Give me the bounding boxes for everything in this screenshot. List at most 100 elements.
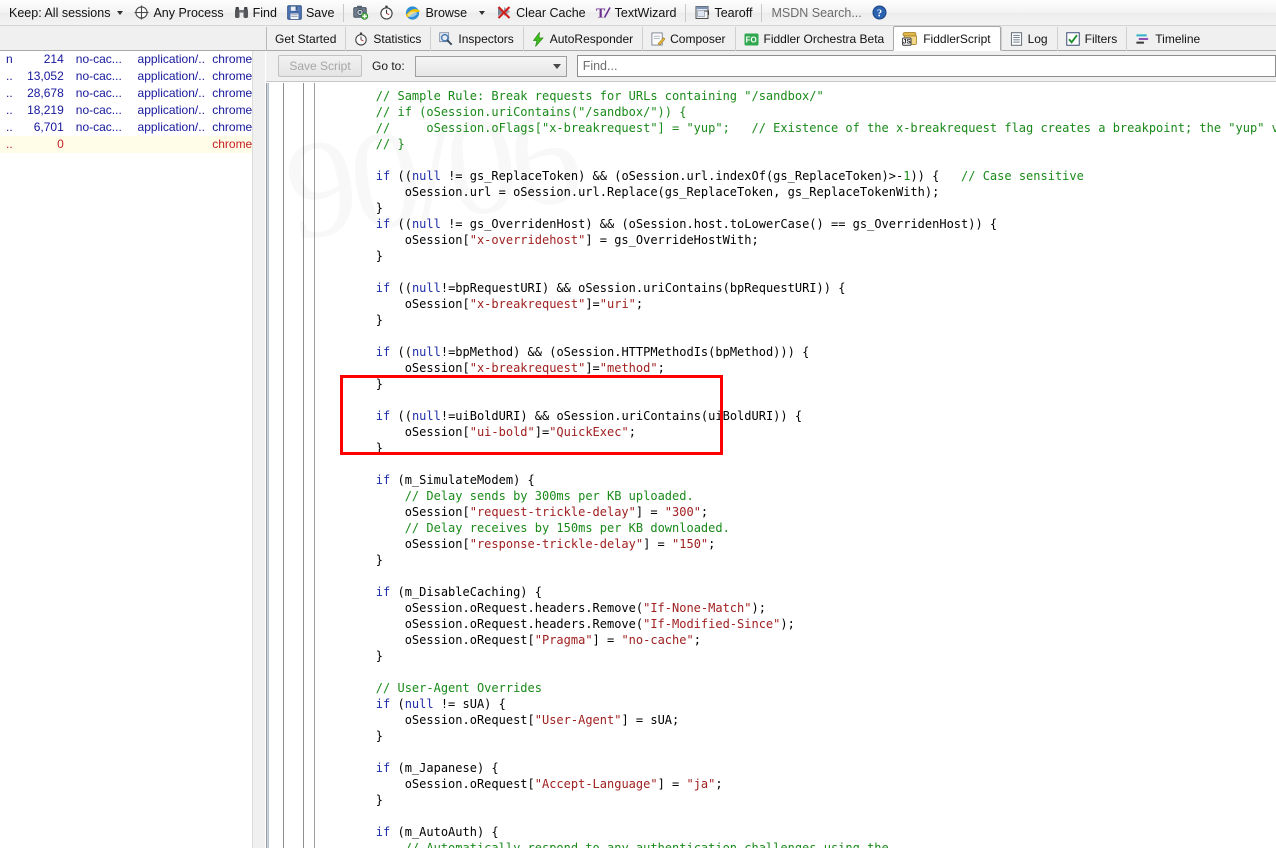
toolbar-any-process[interactable]: Any Process bbox=[129, 2, 228, 24]
code-line: oSession.url = oSession.url.Replace(gs_R… bbox=[318, 185, 940, 199]
textwizard-icon: T bbox=[596, 5, 611, 20]
code-line: oSession.oRequest["Accept-Language"] = "… bbox=[318, 777, 723, 791]
session-cell-caching: no-cac... bbox=[75, 103, 122, 117]
tab-timeline[interactable]: Timeline bbox=[1126, 27, 1209, 51]
save-script-button[interactable]: Save Script bbox=[278, 55, 362, 77]
tab-inspectors[interactable]: Inspectors bbox=[430, 27, 522, 51]
code-line: if ((null != gs_OverridenHost) && (oSess… bbox=[375, 217, 998, 231]
session-cell-body: 6,701 bbox=[33, 120, 64, 134]
editor-gutter-line-5 bbox=[303, 83, 304, 848]
session-list-scrollbar[interactable] bbox=[252, 51, 265, 848]
camera-icon bbox=[353, 5, 369, 20]
toolbar-textwizard[interactable]: T TextWizard bbox=[591, 2, 682, 24]
table-row[interactable]: ... 0 chrome.. bbox=[0, 136, 264, 153]
table-row[interactable]: ... 13,052 no-cac... application/... chr… bbox=[0, 68, 264, 85]
code-line: // Automatically respond to any authenti… bbox=[404, 841, 889, 848]
table-row[interactable]: n 214 no-cac... application/... chrome.. bbox=[0, 51, 264, 68]
session-list[interactable]: n 214 no-cac... application/... chrome..… bbox=[0, 51, 265, 848]
help-icon: ? bbox=[872, 5, 887, 20]
toolbar-keep-sessions[interactable]: Keep: All sessions bbox=[4, 2, 129, 24]
toolbar-clear-cache-label: Clear Cache bbox=[516, 5, 586, 20]
tab-fiddler-orchestra[interactable]: FO Fiddler Orchestra Beta bbox=[734, 27, 894, 51]
toolbar-timer[interactable] bbox=[374, 2, 399, 24]
code-line: oSession.oRequest["Pragma"] = "no-cache"… bbox=[318, 633, 701, 647]
code-line: oSession["request-trickle-delay"] = "300… bbox=[318, 505, 709, 519]
session-cell-content-type: application/... bbox=[137, 52, 207, 66]
code-editor[interactable]: 90/06 // Sample Rule: Break requests for… bbox=[266, 83, 1276, 848]
code-line: } bbox=[318, 201, 384, 215]
session-cell-body: 28,678 bbox=[27, 86, 64, 100]
svg-text:JS: JS bbox=[903, 39, 912, 46]
svg-text:FO: FO bbox=[745, 35, 756, 44]
script-toolbar: Save Script Go to: Find... bbox=[266, 51, 1276, 82]
tab-composer[interactable]: Composer bbox=[642, 27, 734, 51]
session-cell-icon: ... bbox=[6, 120, 12, 134]
session-cell-content-type: application/... bbox=[137, 103, 207, 117]
code-line: if (null != sUA) { bbox=[375, 697, 506, 711]
table-row[interactable]: ... 6,701 no-cac... application/... chro… bbox=[0, 119, 264, 136]
code-line: oSession["x-breakrequest"]="uri"; bbox=[318, 297, 644, 311]
code-line: oSession["x-overridehost"] = gs_Override… bbox=[318, 233, 759, 247]
session-cell-caching bbox=[70, 136, 132, 153]
code-line: // oSession.oFlags["x-breakrequest"] = "… bbox=[318, 121, 1276, 135]
tab-log[interactable]: Log bbox=[1000, 27, 1057, 51]
ie-browser-icon bbox=[404, 5, 421, 21]
code-content[interactable]: // Sample Rule: Break requests for URLs … bbox=[318, 88, 1276, 848]
code-line: // Delay sends by 300ms per KB uploaded. bbox=[404, 489, 694, 503]
tab-fiddlerscript-label: FiddlerScript bbox=[923, 31, 991, 46]
tab-get-started[interactable]: Get Started bbox=[266, 27, 345, 51]
editor-gutter-line-4 bbox=[283, 83, 284, 848]
toolbar-msdn-search[interactable]: MSDN Search... bbox=[766, 2, 866, 24]
main-toolbar: Keep: All sessions Any Process Find Save bbox=[0, 0, 1276, 26]
toolbar-separator-2 bbox=[685, 3, 687, 22]
code-line: if ((null != gs_ReplaceToken) && (oSessi… bbox=[375, 169, 1084, 183]
session-cell-body: 0 bbox=[57, 137, 64, 151]
svg-text:T: T bbox=[596, 7, 606, 21]
code-line: oSession.oRequest["User-Agent"] = sUA; bbox=[318, 713, 680, 727]
code-line: if ((null!=bpMethod) && (oSession.HTTPMe… bbox=[375, 345, 810, 359]
code-line: } bbox=[318, 377, 384, 391]
toolbar-save[interactable]: Save bbox=[282, 2, 340, 24]
toolbar-msdn-search-label: MSDN Search... bbox=[771, 5, 862, 20]
goto-select[interactable] bbox=[414, 55, 567, 77]
toolbar-tearoff-label: Tearoff bbox=[714, 5, 753, 20]
toolbar-clear-cache[interactable]: Clear Cache bbox=[491, 2, 590, 24]
session-cell-content-type: application/... bbox=[137, 69, 207, 83]
browse-chevron-down-icon[interactable] bbox=[479, 10, 486, 15]
toolbar-browse[interactable]: Browse bbox=[399, 2, 491, 24]
tab-fiddlerscript[interactable]: JS FiddlerScript bbox=[893, 26, 1001, 51]
timeline-icon bbox=[1135, 32, 1150, 46]
js-scroll-icon: JS bbox=[902, 31, 918, 46]
toolbar-separator-3 bbox=[761, 3, 763, 22]
toolbar-help[interactable]: ? bbox=[867, 2, 892, 24]
toolbar-find[interactable]: Find bbox=[229, 2, 282, 24]
table-row[interactable]: ... 18,219 no-cac... application/... chr… bbox=[0, 102, 264, 119]
table-row[interactable]: ... 28,678 no-cac... application/... chr… bbox=[0, 85, 264, 102]
save-script-label: Save Script bbox=[289, 59, 351, 73]
code-line: } bbox=[318, 729, 384, 743]
fo-badge-icon: FO bbox=[744, 32, 759, 47]
session-cell-icon: ... bbox=[6, 103, 12, 117]
session-cell-icon: ... bbox=[6, 69, 12, 83]
clear-cache-icon bbox=[496, 5, 512, 20]
code-line: } bbox=[318, 649, 384, 663]
tab-statistics[interactable]: Statistics bbox=[345, 27, 430, 51]
chevron-down-icon[interactable] bbox=[117, 10, 124, 15]
toolbar-screenshot[interactable] bbox=[348, 2, 374, 24]
find-input[interactable]: Find... bbox=[576, 55, 1276, 77]
toolbar-tearoff[interactable]: Tearoff bbox=[690, 2, 757, 24]
code-line: } bbox=[318, 553, 384, 567]
tab-fiddler-orchestra-label: Fiddler Orchestra Beta bbox=[763, 32, 885, 46]
session-cell-body: 214 bbox=[43, 52, 64, 66]
tab-autoresponder[interactable]: AutoResponder bbox=[522, 27, 642, 51]
toolbar-browse-label: Browse bbox=[425, 5, 468, 20]
code-line: oSession["response-trickle-delay"] = "15… bbox=[318, 537, 716, 551]
code-line: if (m_Japanese) { bbox=[375, 761, 499, 775]
crosshair-icon bbox=[134, 5, 149, 20]
tab-filters[interactable]: Filters bbox=[1056, 27, 1127, 51]
code-line: oSession.oRequest.headers.Remove("If-Non… bbox=[318, 601, 766, 615]
